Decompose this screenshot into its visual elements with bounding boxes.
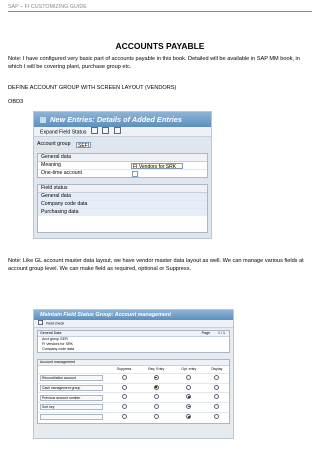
column-header-suppress: Suppress — [117, 367, 132, 371]
field-label: Reconciliation account — [40, 375, 103, 382]
table-row: Cash management group — [38, 382, 229, 393]
running-header: SAP – FI CUSTOMIZING GUIDE — [8, 4, 87, 10]
table-row: Reconciliation account — [38, 373, 229, 384]
status-radio[interactable] — [214, 375, 220, 380]
section-heading: DEFINE ACCOUNT GROUP WITH SCREEN LAYOUT … — [8, 85, 177, 91]
table-icon[interactable] — [90, 127, 98, 134]
table-row — [38, 411, 229, 423]
column-header-optional: Opt. entry — [181, 367, 197, 371]
next-icon[interactable] — [113, 127, 121, 134]
table-row: Previous account number — [38, 392, 229, 403]
table-row: Sort key — [38, 402, 229, 413]
sap1-toolbar: Expand Field Status — [34, 127, 211, 137]
meaning-field[interactable]: FI Vendors for SRK — [131, 162, 183, 170]
status-radio[interactable] — [186, 414, 192, 420]
field-label: Sort key — [40, 404, 103, 411]
sap1-title-bar: New Entries: Details of Added Entries — [34, 112, 211, 127]
status-radio[interactable] — [186, 394, 192, 400]
field-status-item[interactable]: Purchasing data — [38, 209, 207, 216]
status-radio[interactable] — [214, 384, 220, 390]
column-header-display: Display — [211, 367, 223, 371]
account-group-row: Account group SEFI — [34, 141, 211, 149]
note-paragraph: Note: Like GL account master data layout… — [8, 258, 304, 272]
tcode-label: OBD3 — [8, 99, 24, 105]
status-radio[interactable] — [121, 384, 127, 390]
one-time-account-row: One-time account — [38, 170, 207, 177]
field-status-item[interactable]: Company code data — [38, 201, 207, 209]
status-radio[interactable] — [214, 394, 220, 400]
field-status-table: Suppress Req. Entry Opt. entry Display R… — [38, 366, 229, 423]
field-label: Previous account number — [40, 394, 103, 401]
page-value: 1 / 1 — [218, 331, 225, 335]
field-status-item[interactable]: General data — [38, 193, 207, 201]
sap2-general-data-section: General Data Page 1 / 1 Acct group SEFI … — [37, 330, 230, 353]
status-radio[interactable] — [186, 404, 192, 410]
meaning-row: Meaning FI Vendors for SRK — [38, 162, 207, 170]
status-radio[interactable] — [214, 414, 220, 420]
field-label: Cash management group — [40, 385, 103, 392]
page-indicator: Page 1 / 1 — [202, 331, 225, 336]
field-check-button[interactable]: Field check — [46, 322, 64, 326]
status-radio[interactable] — [121, 394, 127, 400]
field-status-header: Field status — [38, 185, 207, 193]
account-group-label: Account group — [37, 141, 71, 147]
status-radio[interactable] — [153, 404, 159, 410]
status-radio[interactable] — [121, 414, 127, 420]
status-radio[interactable] — [153, 414, 159, 420]
account-group-field[interactable]: SEFI — [76, 141, 91, 149]
page-label: Page — [201, 331, 210, 335]
status-radio[interactable] — [186, 384, 192, 390]
status-radio[interactable] — [121, 404, 127, 410]
sap2-title-bar: Maintain Field Status Group: Account man… — [34, 310, 233, 320]
sap-screen-new-entries: New Entries: Details of Added Entries Ex… — [33, 111, 212, 239]
general-data-header: General data — [38, 154, 207, 162]
sap2-toolbar: Field check — [34, 320, 233, 328]
one-time-account-checkbox[interactable] — [132, 171, 138, 177]
sap-screen-field-status: Maintain Field Status Group: Account man… — [33, 309, 234, 439]
general-data-section: General data Meaning FI Vendors for SRK … — [37, 153, 208, 178]
intro-paragraph: Note: I have configured very basic part … — [8, 56, 300, 70]
header-divider — [8, 11, 312, 12]
page-title: ACCOUNTS PAYABLE — [115, 41, 205, 51]
status-radio[interactable] — [153, 394, 159, 400]
one-time-account-label: One-time account — [41, 170, 82, 176]
expand-field-status-button[interactable]: Expand Field Status — [40, 130, 86, 136]
status-radio[interactable] — [153, 375, 159, 380]
status-radio[interactable] — [186, 375, 192, 380]
account-management-section: Account management Suppress Req. Entry O… — [37, 359, 230, 424]
status-radio[interactable] — [214, 404, 220, 410]
field-label — [40, 413, 103, 420]
status-radio[interactable] — [153, 384, 159, 390]
previous-icon[interactable] — [102, 127, 110, 134]
meaning-label: Meaning — [41, 162, 61, 168]
status-radio[interactable] — [121, 375, 127, 380]
general-data-line: Company code data — [42, 347, 75, 351]
column-header-required: Req. Entry — [148, 367, 165, 371]
field-status-section: Field status General data Company code d… — [37, 184, 208, 233]
field-check-icon[interactable] — [38, 320, 43, 325]
